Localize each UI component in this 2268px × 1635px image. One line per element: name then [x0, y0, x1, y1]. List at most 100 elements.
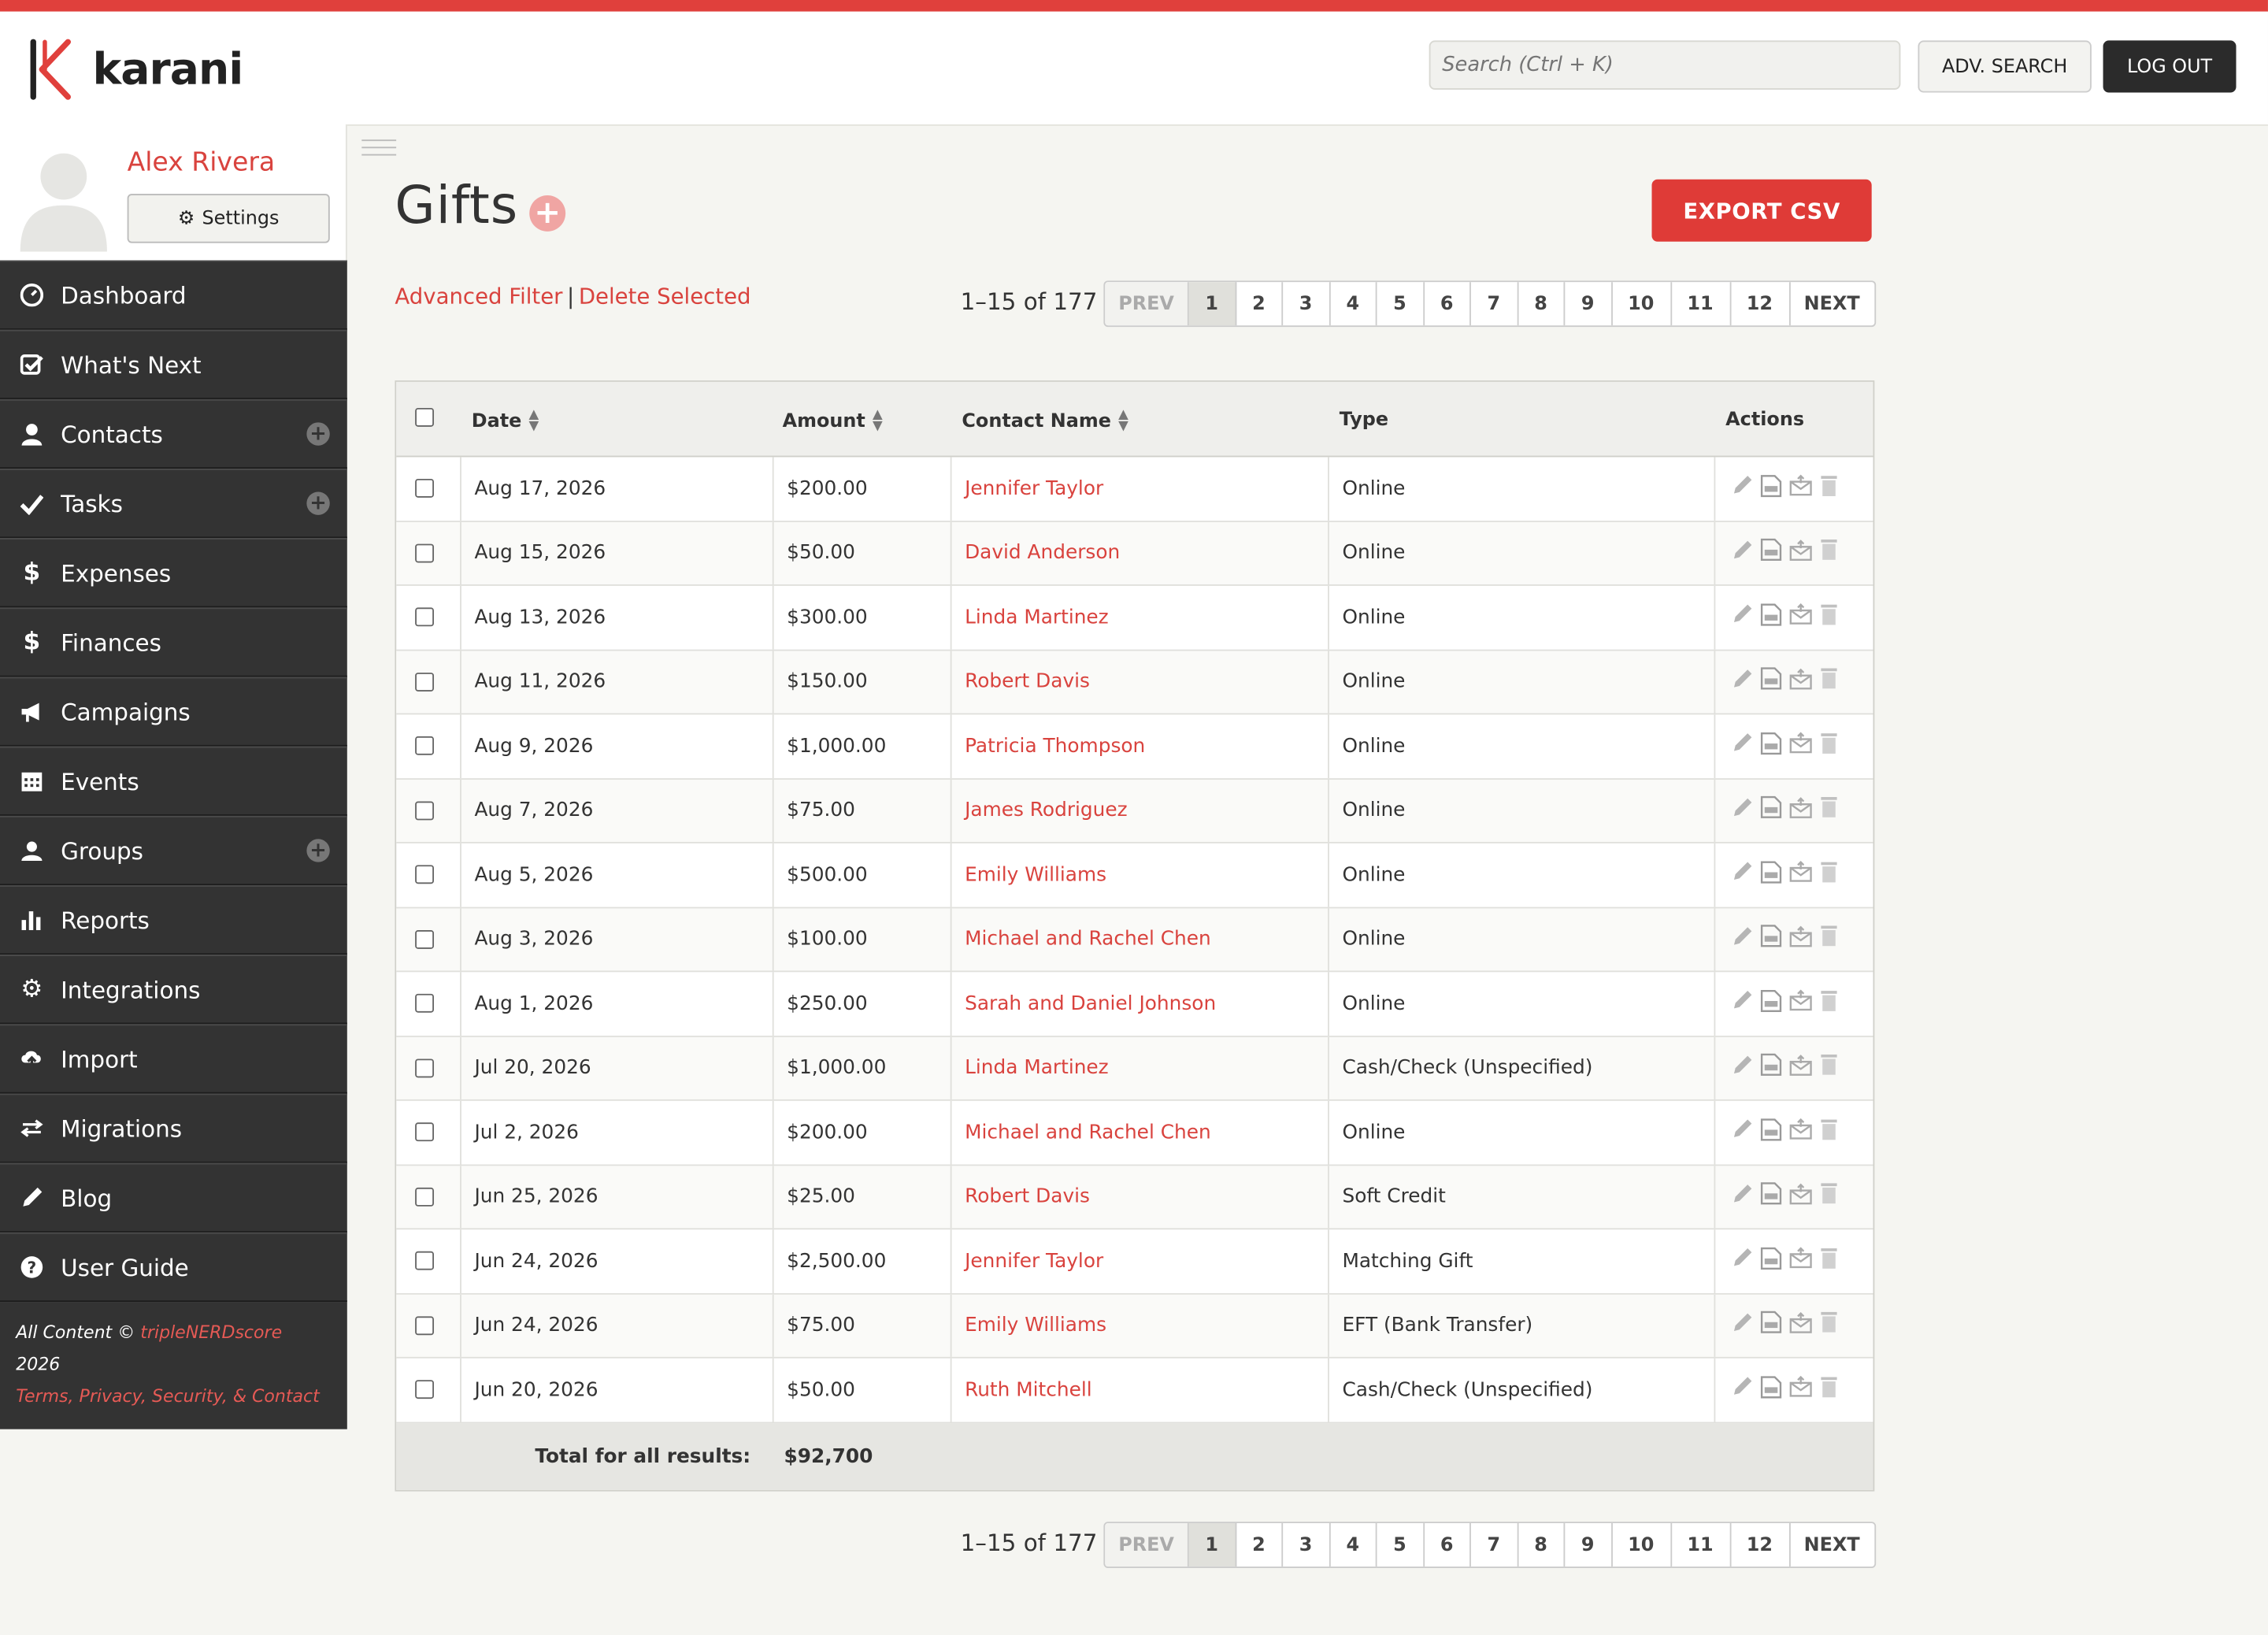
- trash-icon[interactable]: [1820, 539, 1839, 568]
- edit-icon[interactable]: [1732, 1376, 1754, 1403]
- contact-name-link[interactable]: Robert Davis: [965, 1165, 1090, 1228]
- page-button[interactable]: 5: [1377, 282, 1425, 326]
- page-button[interactable]: 11: [1671, 1523, 1731, 1567]
- pdf-icon[interactable]: [1760, 732, 1782, 761]
- next-page-button[interactable]: NEXT: [1790, 1523, 1874, 1566]
- page-button[interactable]: 9: [1565, 282, 1613, 326]
- contact-name-link[interactable]: Jennifer Taylor: [965, 1229, 1103, 1292]
- contact-name-link[interactable]: James Rodriguez: [965, 779, 1128, 842]
- row-checkbox[interactable]: [415, 1187, 435, 1207]
- sidebar-item-tasks[interactable]: Tasks +: [0, 469, 347, 539]
- page-button[interactable]: 12: [1731, 1523, 1790, 1567]
- edit-icon[interactable]: [1732, 1248, 1754, 1275]
- trash-icon[interactable]: [1820, 1247, 1839, 1276]
- page-button[interactable]: 6: [1424, 1523, 1471, 1567]
- pdf-icon[interactable]: [1760, 1182, 1782, 1211]
- pdf-icon[interactable]: [1760, 1118, 1782, 1147]
- prev-page-button[interactable]: PREV: [1105, 282, 1189, 326]
- trash-icon[interactable]: [1820, 1054, 1839, 1083]
- email-icon[interactable]: [1789, 1376, 1812, 1403]
- edit-icon[interactable]: [1732, 539, 1754, 567]
- trash-icon[interactable]: [1820, 796, 1839, 825]
- row-checkbox[interactable]: [415, 607, 435, 627]
- page-button[interactable]: 4: [1330, 282, 1377, 326]
- page-button[interactable]: 3: [1283, 1523, 1330, 1567]
- row-checkbox[interactable]: [415, 543, 435, 563]
- legal-links[interactable]: Terms, Privacy, Security, & Contact: [16, 1386, 320, 1407]
- pdf-icon[interactable]: [1760, 474, 1782, 503]
- pdf-icon[interactable]: [1760, 796, 1782, 825]
- edit-icon[interactable]: [1732, 603, 1754, 631]
- contact-name-link[interactable]: Robert Davis: [965, 651, 1090, 714]
- trash-icon[interactable]: [1820, 1118, 1839, 1147]
- edit-icon[interactable]: [1732, 668, 1754, 695]
- contact-name-link[interactable]: Linda Martinez: [965, 586, 1109, 649]
- page-button[interactable]: 7: [1471, 1523, 1518, 1567]
- page-button[interactable]: 8: [1518, 1523, 1566, 1567]
- adv-search-button[interactable]: ADV. SEARCH: [1918, 40, 2092, 93]
- sidebar-item-user-guide[interactable]: ? User Guide: [0, 1232, 347, 1303]
- trash-icon[interactable]: [1820, 602, 1839, 632]
- prev-page-button[interactable]: PREV: [1105, 1523, 1189, 1567]
- contact-name-link[interactable]: Ruth Mitchell: [965, 1359, 1092, 1422]
- sidebar-item-groups[interactable]: Groups +: [0, 815, 347, 886]
- pdf-icon[interactable]: [1760, 925, 1782, 954]
- row-checkbox[interactable]: [415, 865, 435, 884]
- edit-icon[interactable]: [1732, 797, 1754, 825]
- contact-name-link[interactable]: Emily Williams: [965, 843, 1106, 906]
- edit-icon[interactable]: [1732, 1183, 1754, 1210]
- add-icon[interactable]: +: [306, 422, 330, 446]
- sidebar-item-what-s-next[interactable]: What's Next: [0, 329, 347, 399]
- trash-icon[interactable]: [1820, 860, 1839, 889]
- page-button[interactable]: 1: [1188, 1523, 1236, 1567]
- export-csv-button[interactable]: EXPORT CSV: [1651, 179, 1872, 242]
- next-page-button[interactable]: NEXT: [1790, 282, 1874, 325]
- page-button[interactable]: 7: [1471, 282, 1518, 326]
- page-button[interactable]: 3: [1283, 282, 1330, 326]
- page-button[interactable]: 12: [1731, 282, 1790, 326]
- contact-name-link[interactable]: Michael and Rachel Chen: [965, 1101, 1211, 1164]
- sidebar-item-integrations[interactable]: ⚙ Integrations: [0, 955, 347, 1025]
- page-button[interactable]: 8: [1518, 282, 1566, 326]
- email-icon[interactable]: [1789, 1118, 1812, 1146]
- edit-icon[interactable]: [1732, 990, 1754, 1018]
- edit-icon[interactable]: [1732, 1054, 1754, 1081]
- contact-name-link[interactable]: Jennifer Taylor: [965, 457, 1103, 520]
- sidebar-item-expenses[interactable]: $ Expenses: [0, 538, 347, 608]
- hamburger-icon[interactable]: [361, 139, 397, 156]
- row-checkbox[interactable]: [415, 801, 435, 820]
- select-all-checkbox[interactable]: [415, 407, 435, 427]
- search-input[interactable]: [1429, 40, 1901, 90]
- email-icon[interactable]: [1789, 1054, 1812, 1081]
- page-button[interactable]: 2: [1236, 282, 1284, 326]
- row-checkbox[interactable]: [415, 994, 435, 1014]
- page-button[interactable]: 1: [1188, 282, 1236, 326]
- trash-icon[interactable]: [1820, 1182, 1839, 1211]
- edit-icon[interactable]: [1732, 1311, 1754, 1339]
- sidebar-item-finances[interactable]: $ Finances: [0, 607, 347, 677]
- sidebar-item-reports[interactable]: Reports: [0, 885, 347, 955]
- row-checkbox[interactable]: [415, 1315, 435, 1335]
- pdf-icon[interactable]: [1760, 860, 1782, 889]
- avatar-icon[interactable]: [14, 142, 113, 252]
- trash-icon[interactable]: [1820, 474, 1839, 503]
- contact-name-link[interactable]: David Anderson: [965, 521, 1120, 584]
- row-checkbox[interactable]: [415, 672, 435, 691]
- add-icon[interactable]: +: [306, 839, 330, 862]
- trash-icon[interactable]: [1820, 1311, 1839, 1340]
- contact-name-link[interactable]: Patricia Thompson: [965, 714, 1145, 777]
- edit-icon[interactable]: [1732, 732, 1754, 760]
- email-icon[interactable]: [1789, 861, 1812, 888]
- contact-name-link[interactable]: Emily Williams: [965, 1294, 1106, 1357]
- row-checkbox[interactable]: [415, 1251, 435, 1271]
- pdf-icon[interactable]: [1760, 1311, 1782, 1340]
- page-button[interactable]: 9: [1565, 1523, 1613, 1567]
- row-checkbox[interactable]: [415, 1058, 435, 1077]
- pdf-icon[interactable]: [1760, 989, 1782, 1018]
- profile-name[interactable]: Alex Rivera: [128, 147, 276, 178]
- add-icon[interactable]: +: [306, 491, 330, 515]
- delete-selected-link[interactable]: Delete Selected: [579, 284, 751, 310]
- sidebar-item-migrations[interactable]: Migrations: [0, 1093, 347, 1163]
- sidebar-item-blog[interactable]: Blog: [0, 1162, 347, 1233]
- pdf-icon[interactable]: [1760, 667, 1782, 696]
